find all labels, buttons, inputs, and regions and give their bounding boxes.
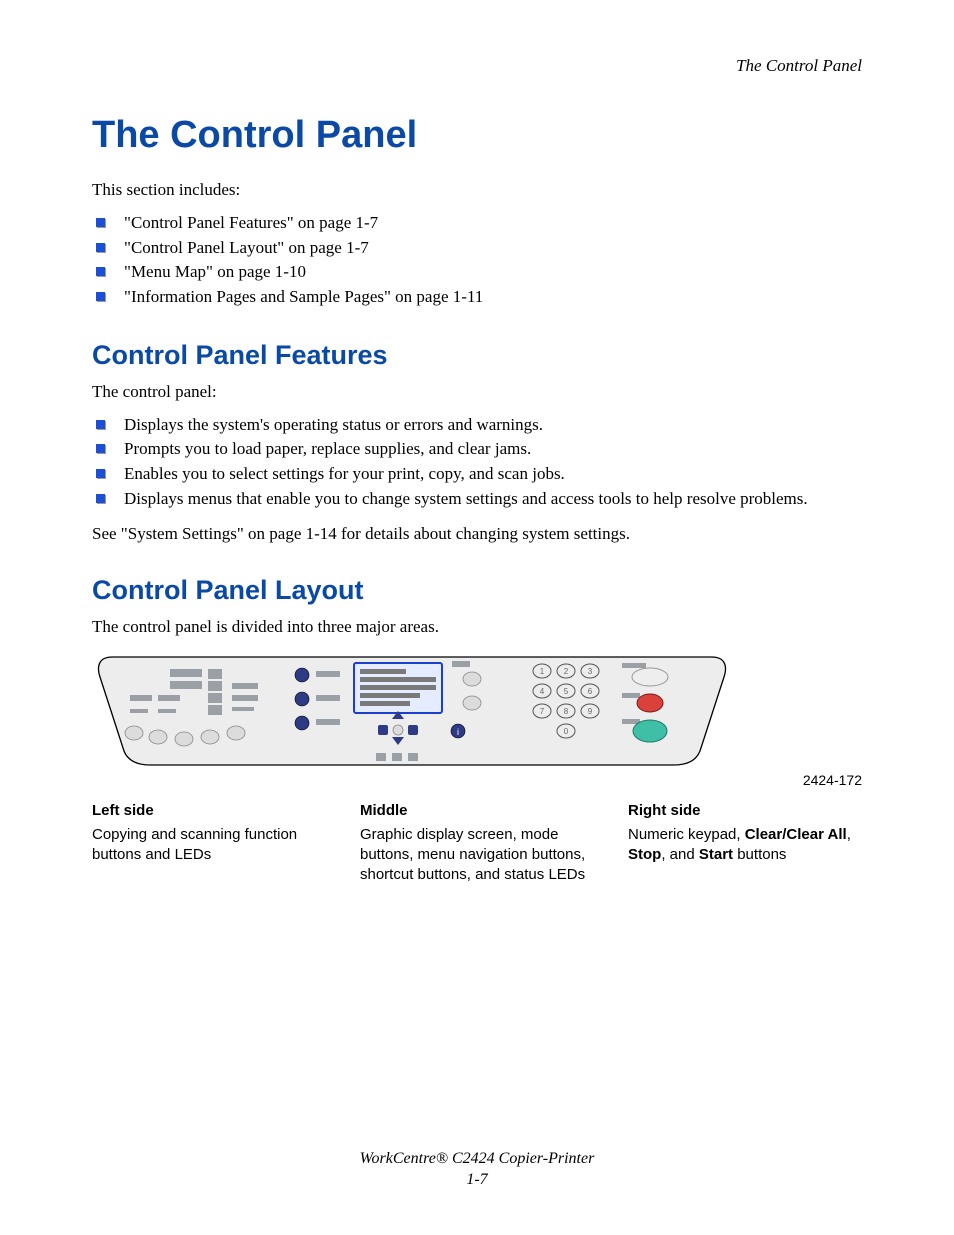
col-left: Left side Copying and scanning function …	[92, 802, 326, 886]
figure-id: 2424-172	[92, 772, 862, 788]
svg-text:9: 9	[588, 707, 593, 716]
toc-item: "Menu Map" on page 1-10	[92, 260, 862, 285]
page-title: The Control Panel	[92, 114, 862, 157]
feature-item: Displays menus that enable you to change…	[92, 487, 862, 512]
features-see: See "System Settings" on page 1-14 for d…	[92, 523, 862, 545]
footer-page: 1-7	[0, 1170, 954, 1191]
features-list: Displays the system's operating status o…	[92, 413, 862, 512]
col-middle-body: Graphic display screen, mode buttons, me…	[360, 825, 594, 886]
intro-text: This section includes:	[92, 179, 862, 201]
features-lead: The control panel:	[92, 381, 862, 403]
control-panel-illustration: i 1 2 3 4 5 6 7 8 9 0	[92, 653, 732, 768]
section-layout-heading: Control Panel Layout	[92, 575, 862, 606]
col-middle: Middle Graphic display screen, mode butt…	[360, 802, 594, 886]
section-features-heading: Control Panel Features	[92, 340, 862, 371]
svg-text:1: 1	[540, 667, 545, 676]
svg-text:0: 0	[564, 727, 569, 736]
footer-product: WorkCentre® C2424 Copier-Printer	[0, 1149, 954, 1170]
svg-text:7: 7	[540, 707, 545, 716]
svg-text:5: 5	[564, 687, 569, 696]
toc-item: "Control Panel Features" on page 1-7	[92, 211, 862, 236]
feature-item: Displays the system's operating status o…	[92, 413, 862, 438]
svg-text:2: 2	[564, 667, 569, 676]
svg-text:i: i	[457, 727, 459, 737]
running-head: The Control Panel	[92, 56, 862, 76]
col-middle-head: Middle	[360, 802, 594, 819]
col-left-head: Left side	[92, 802, 326, 819]
svg-text:6: 6	[588, 687, 593, 696]
control-panel-figure: i 1 2 3 4 5 6 7 8 9 0	[92, 653, 862, 788]
col-left-body: Copying and scanning function buttons an…	[92, 825, 326, 866]
feature-item: Prompts you to load paper, replace suppl…	[92, 437, 862, 462]
toc-item: "Control Panel Layout" on page 1-7	[92, 236, 862, 261]
col-right-body: Numeric keypad, Clear/Clear All, Stop, a…	[628, 825, 862, 866]
layout-lead: The control panel is divided into three …	[92, 616, 862, 638]
page-footer: WorkCentre® C2424 Copier-Printer 1-7	[0, 1149, 954, 1191]
svg-text:4: 4	[540, 687, 545, 696]
col-right-head: Right side	[628, 802, 862, 819]
svg-text:3: 3	[588, 667, 593, 676]
col-right: Right side Numeric keypad, Clear/Clear A…	[628, 802, 862, 886]
toc-list: "Control Panel Features" on page 1-7 "Co…	[92, 211, 862, 310]
feature-item: Enables you to select settings for your …	[92, 462, 862, 487]
svg-text:8: 8	[564, 707, 569, 716]
toc-item: "Information Pages and Sample Pages" on …	[92, 285, 862, 310]
layout-columns: Left side Copying and scanning function …	[92, 802, 862, 886]
